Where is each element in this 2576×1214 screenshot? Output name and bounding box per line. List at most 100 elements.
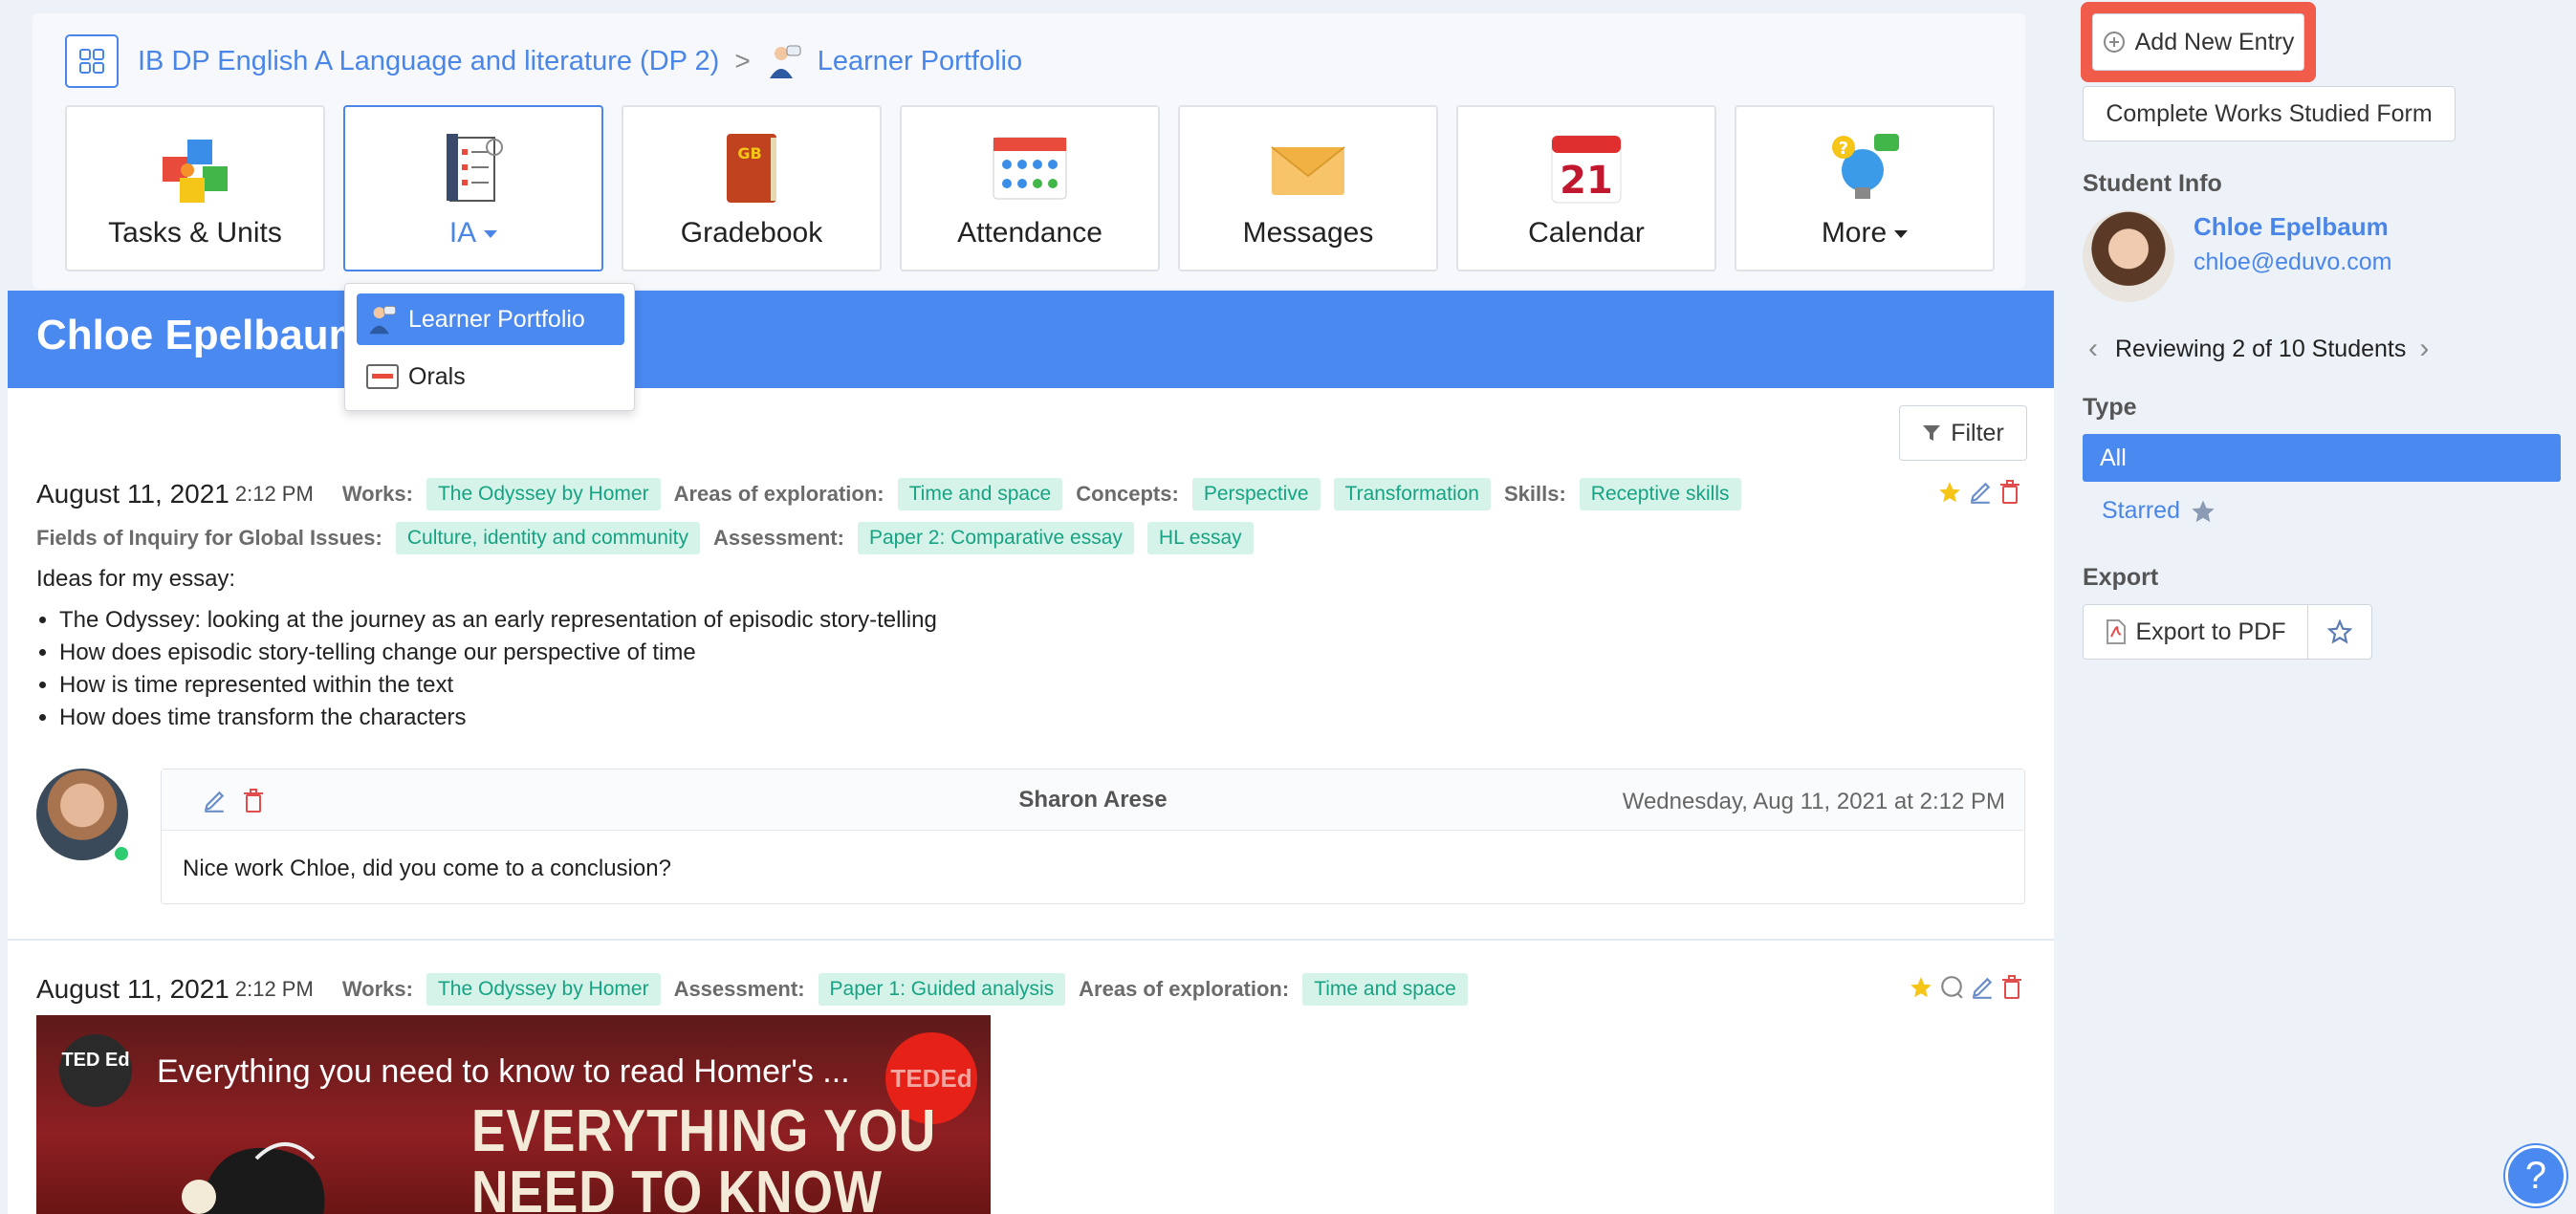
entry-date: August 11, 2021 bbox=[36, 974, 229, 1004]
checklist-icon bbox=[447, 134, 503, 202]
chevron-left-icon[interactable]: ‹ bbox=[2088, 333, 2098, 365]
reviewing-count: Reviewing 2 of 10 Students bbox=[2115, 335, 2407, 362]
meta-key: Works: bbox=[341, 482, 413, 506]
entry-2-actions bbox=[1909, 975, 2037, 1000]
tile-label: More bbox=[1821, 217, 1888, 249]
filter-label: Filter bbox=[1951, 419, 2004, 446]
tag[interactable]: The Odyssey by Homer bbox=[426, 973, 661, 1006]
tag[interactable]: Paper 2: Comparative essay bbox=[857, 522, 1134, 554]
tag[interactable]: Paper 1: Guided analysis bbox=[818, 973, 1066, 1006]
meta-key: Concepts: bbox=[1076, 482, 1179, 506]
entry-time: 2:12 PM bbox=[234, 482, 314, 506]
caret-down-icon bbox=[1894, 230, 1909, 239]
comment-icon[interactable] bbox=[1939, 975, 1964, 1000]
tile-ia[interactable]: IA bbox=[343, 105, 603, 271]
online-status-dot bbox=[113, 845, 130, 862]
calendar-icon: 21 bbox=[1551, 135, 1622, 204]
attendance-icon bbox=[993, 137, 1067, 200]
student-info-heading: Student Info bbox=[2083, 170, 2222, 197]
star-icon[interactable] bbox=[1937, 480, 1962, 505]
type-starred-label: Starred bbox=[2102, 497, 2180, 524]
tag[interactable]: Receptive skills bbox=[1579, 478, 1741, 510]
student-avatar bbox=[2083, 210, 2174, 302]
homer-illustration bbox=[182, 1142, 325, 1214]
type-filter-starred[interactable]: Starred bbox=[2102, 497, 2230, 525]
export-heading: Export bbox=[2083, 564, 2159, 591]
tile-attendance[interactable]: Attendance bbox=[900, 105, 1160, 271]
breadcrumb-course-link[interactable]: IB DP English A Language and literature … bbox=[138, 46, 719, 77]
filter-button[interactable]: Filter bbox=[1899, 405, 2027, 461]
meta-key: Areas of exploration: bbox=[1079, 977, 1290, 1001]
tile-gradebook[interactable]: GB Gradebook bbox=[622, 105, 882, 271]
meta-key: Assessment: bbox=[673, 977, 805, 1001]
list-item: How does time transform the characters bbox=[59, 702, 937, 734]
learner-portfolio-icon bbox=[769, 45, 801, 78]
student-email-link[interactable]: chloe@eduvo.com bbox=[2194, 249, 2391, 276]
video-overlay-text: EVERYTHING YOU NEED TO KNOW bbox=[471, 1098, 937, 1214]
gradebook-icon: GB bbox=[727, 134, 776, 203]
student-header-name: Chloe Epelbaum bbox=[36, 312, 366, 358]
delete-icon[interactable] bbox=[1998, 480, 2021, 505]
video-title[interactable]: Everything you need to know to read Home… bbox=[157, 1053, 850, 1091]
tag[interactable]: Perspective bbox=[1191, 478, 1321, 510]
learner-portfolio-icon bbox=[369, 305, 397, 335]
add-new-entry-label: Add New Entry bbox=[2134, 28, 2295, 55]
puzzle-icon bbox=[163, 140, 228, 203]
entry-time: 2:12 PM bbox=[234, 977, 314, 1001]
export-star-button[interactable] bbox=[2307, 604, 2372, 660]
edit-icon[interactable] bbox=[1970, 975, 1995, 1000]
tile-more[interactable]: ? More bbox=[1735, 105, 1995, 271]
star-icon bbox=[2192, 499, 2215, 522]
tag[interactable]: The Odyssey by Homer bbox=[426, 478, 661, 510]
tile-messages[interactable]: Messages bbox=[1178, 105, 1438, 271]
entry-bullet-list: The Odyssey: looking at the journey as a… bbox=[59, 604, 937, 734]
tile-label: Gradebook bbox=[680, 217, 823, 249]
list-item: How does episodic story-telling change o… bbox=[59, 637, 937, 669]
tag[interactable]: Time and space bbox=[897, 478, 1063, 510]
meta-key: Skills: bbox=[1503, 482, 1566, 506]
comment-card: Sharon Arese Wednesday, Aug 11, 2021 at … bbox=[161, 769, 2025, 904]
student-name-link[interactable]: Chloe Epelbaum bbox=[2194, 212, 2389, 242]
entry-intro: Ideas for my essay: bbox=[36, 566, 236, 592]
meta-key: Areas of exploration: bbox=[673, 482, 884, 506]
export-pdf-label: Export to PDF bbox=[2135, 618, 2286, 645]
chevron-right-icon[interactable]: › bbox=[2419, 333, 2429, 365]
star-icon[interactable] bbox=[1909, 975, 1933, 1000]
delete-icon[interactable] bbox=[2000, 975, 2023, 1000]
channel-avatar[interactable]: TED Ed bbox=[59, 1034, 132, 1107]
calendar-day: 21 bbox=[1560, 159, 1613, 203]
tile-label: Calendar bbox=[1528, 217, 1645, 249]
meta-key: Fields of Inquiry for Global Issues: bbox=[36, 526, 382, 550]
entry-divider bbox=[8, 939, 2054, 941]
dropdown-item-orals[interactable]: Orals bbox=[357, 351, 624, 402]
export-pdf-button[interactable]: Export to PDF bbox=[2083, 604, 2308, 660]
tile-calendar[interactable]: 21 Calendar bbox=[1456, 105, 1716, 271]
dropdown-item-label: Orals bbox=[408, 362, 466, 390]
tag[interactable]: HL essay bbox=[1146, 522, 1254, 554]
list-item: The Odyssey: looking at the journey as a… bbox=[59, 604, 937, 637]
type-filter-all[interactable]: All bbox=[2083, 434, 2561, 482]
tag[interactable]: Time and space bbox=[1302, 973, 1468, 1006]
comment-timestamp: Wednesday, Aug 11, 2021 at 2:12 PM bbox=[1622, 789, 2005, 814]
add-new-entry-button[interactable]: Add New Entry bbox=[2092, 13, 2304, 71]
course-navigation: IB DP English A Language and literature … bbox=[33, 13, 2025, 289]
star-outline-icon bbox=[2327, 619, 2352, 644]
tag[interactable]: Transformation bbox=[1333, 478, 1491, 510]
tile-tasks-units[interactable]: Tasks & Units bbox=[65, 105, 325, 271]
dropdown-item-learner-portfolio[interactable]: Learner Portfolio bbox=[357, 293, 624, 345]
student-header: Chloe Epelbaum bbox=[8, 291, 2054, 388]
breadcrumb: IB DP English A Language and literature … bbox=[138, 42, 1022, 80]
help-button[interactable]: ? bbox=[2505, 1145, 2566, 1206]
apps-grid-button[interactable] bbox=[65, 34, 119, 88]
entry-1-meta-row-1: August 11, 2021 2:12 PM Works: The Odyss… bbox=[36, 478, 1755, 510]
svg-text:?: ? bbox=[1839, 139, 1848, 159]
edit-icon[interactable] bbox=[1968, 480, 1993, 505]
list-item: How is time represented within the text bbox=[59, 669, 937, 702]
tag[interactable]: Culture, identity and community bbox=[395, 522, 700, 554]
video-embed[interactable]: TED Ed Everything you need to know to re… bbox=[36, 1015, 991, 1214]
commenter-avatar bbox=[36, 769, 128, 860]
question-icon: ? bbox=[2524, 1154, 2547, 1197]
complete-works-studied-button[interactable]: Complete Works Studied Form bbox=[2083, 86, 2456, 141]
entry-1-meta-row-2: Fields of Inquiry for Global Issues: Cul… bbox=[36, 522, 1267, 554]
caret-down-icon bbox=[484, 230, 498, 239]
